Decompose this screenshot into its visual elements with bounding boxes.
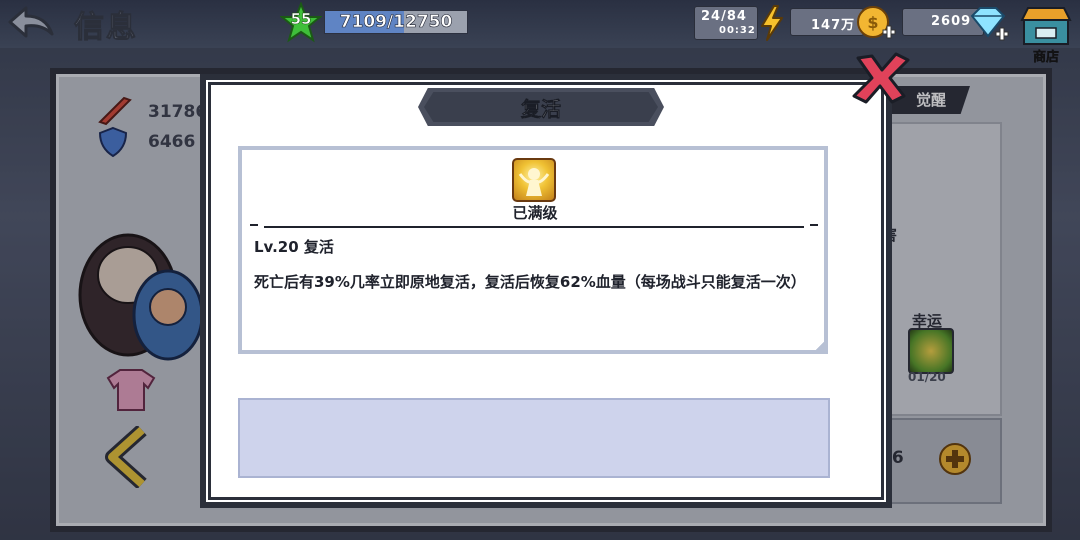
stamina-lightning-icon[interactable] <box>758 4 786 42</box>
back-arrow-icon <box>8 6 54 38</box>
close-button[interactable] <box>850 52 912 106</box>
gold-value: 147万 <box>811 18 856 33</box>
gem-value: 2609 <box>931 14 972 29</box>
back-button[interactable] <box>6 4 56 44</box>
dialog-lower-area <box>238 398 830 478</box>
stamina-value: 24/84 <box>701 9 747 24</box>
svg-text:$: $ <box>867 13 878 32</box>
skill-description: 死亡后有39%几率立即原地复活，复活后恢复62%血量（每场战斗只能复活一次） <box>254 273 806 291</box>
gold-coin-icon[interactable]: $ <box>856 4 896 42</box>
page-title: 信息 <box>74 10 138 46</box>
revive-skill-icon <box>512 158 556 202</box>
player-level: 55 <box>290 10 312 29</box>
max-level-label: 已满级 <box>512 204 558 222</box>
skill-level: Lv.20 复活 <box>254 238 334 256</box>
stamina-counter: 24/84 00:32 <box>694 6 758 40</box>
close-x-icon <box>852 52 910 104</box>
exp-text: 7109/12750 <box>339 12 453 33</box>
section-divider <box>264 226 804 228</box>
stamina-timer: 00:32 <box>719 25 756 36</box>
exp-bar: 7109/12750 <box>324 10 468 34</box>
divider-dash-left <box>250 224 258 226</box>
gold-counter: 147万 <box>790 8 864 36</box>
dialog-title: 复活 <box>521 97 562 122</box>
angel-figure-icon <box>518 168 550 196</box>
diamond-icon[interactable] <box>968 6 1010 42</box>
shop-stall-icon <box>1020 7 1072 45</box>
divider-dash-right <box>810 224 818 226</box>
